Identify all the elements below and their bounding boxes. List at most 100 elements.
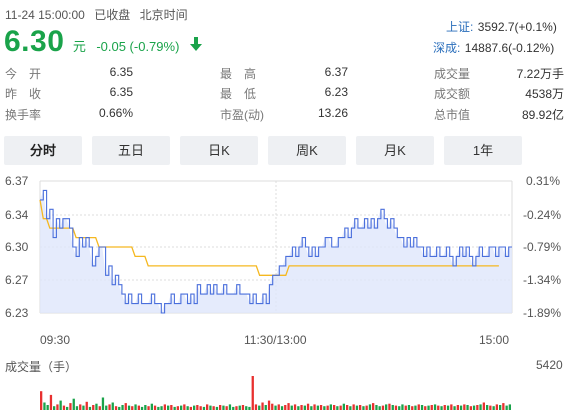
volume-bar <box>499 405 502 410</box>
volume-bar <box>140 406 144 410</box>
volume-bar <box>394 405 398 410</box>
volume-bar <box>508 404 511 410</box>
volume-bar <box>346 405 349 410</box>
volume-bar <box>339 405 342 410</box>
volume-bar <box>492 406 495 410</box>
volume-bar <box>424 406 427 410</box>
volume-bar <box>196 405 199 410</box>
volume-bar <box>411 406 414 410</box>
volume-bar <box>495 404 498 410</box>
volume-bar <box>261 402 264 410</box>
volume-bar <box>228 404 232 410</box>
volume-bar <box>284 405 287 410</box>
volume-bar <box>114 406 118 410</box>
volume-bar <box>173 406 176 410</box>
volume-bar <box>163 404 166 410</box>
volume-bar <box>92 405 95 410</box>
volume-bar <box>176 406 179 410</box>
volume-bar <box>193 405 196 410</box>
volume-bar <box>56 404 59 410</box>
volume-bar <box>342 403 345 410</box>
volume-bar <box>368 404 372 410</box>
volume-bar <box>248 406 251 410</box>
volume-bar <box>180 405 183 410</box>
volume-bar <box>450 404 453 410</box>
volume-bar <box>505 405 508 410</box>
volume-bar <box>433 404 437 410</box>
volume-bar <box>469 406 472 410</box>
volume-bar <box>232 406 235 410</box>
volume-bar <box>306 403 310 410</box>
volume-bar <box>199 406 202 410</box>
volume-bar <box>101 397 105 410</box>
volume-bar <box>219 405 222 410</box>
volume-bar <box>43 402 46 410</box>
volume-bar <box>381 405 385 410</box>
volume-bar <box>459 405 463 410</box>
volume-bar <box>62 405 66 410</box>
volume-bar <box>157 406 160 410</box>
volume-bar <box>59 400 62 410</box>
volume-bar <box>254 404 258 410</box>
volume-bar <box>280 406 284 410</box>
volume-bar <box>144 405 147 410</box>
volume-bar <box>98 406 101 410</box>
volume-bar <box>186 406 189 410</box>
volume-bar <box>453 406 456 410</box>
volume-bar <box>388 403 391 410</box>
volume-bar <box>414 405 417 410</box>
volume-bar <box>235 406 238 410</box>
volume-bar <box>362 406 365 410</box>
volume-bar <box>258 405 261 410</box>
volume-bar <box>463 404 466 410</box>
volume-bar <box>391 405 394 410</box>
volume-bar <box>85 401 88 410</box>
volume-bar <box>202 406 206 410</box>
volume-bar <box>427 405 430 410</box>
volume-bar <box>225 406 228 410</box>
volume-bar <box>72 398 75 410</box>
volume-bar <box>241 405 245 410</box>
volume-bar <box>131 406 134 410</box>
volume-bar <box>206 404 209 410</box>
volume-bar <box>277 404 280 410</box>
volume-bar <box>476 405 479 410</box>
volume-bar <box>316 405 319 410</box>
volume-bar <box>365 405 368 410</box>
volume-bar <box>75 406 79 410</box>
volume-bar <box>46 405 49 410</box>
volume-bar <box>127 405 131 410</box>
volume-bar <box>313 404 316 410</box>
volume-bar <box>329 404 332 410</box>
volume-bar <box>297 406 300 410</box>
volume-bar <box>251 376 254 410</box>
intraday-chart <box>39 180 513 410</box>
volume-bar <box>105 405 108 410</box>
volume-bar <box>300 405 303 410</box>
volume-bar <box>401 404 404 410</box>
volume-bar <box>323 406 326 410</box>
volume-bar <box>170 405 173 410</box>
volume-bar <box>359 405 362 410</box>
volume-bar <box>378 406 381 410</box>
volume-bar <box>407 405 411 410</box>
volume-bar <box>40 391 43 410</box>
volume-bar <box>310 406 313 410</box>
volume-bar <box>95 403 98 410</box>
volume-bar <box>118 406 121 410</box>
volume-bar <box>489 405 492 410</box>
volume-bar <box>245 406 248 410</box>
volume-bar <box>212 406 215 410</box>
volume-bar <box>82 405 85 410</box>
volume-bar <box>486 405 489 410</box>
volume-bar <box>472 405 476 410</box>
volume-bar <box>69 403 72 410</box>
volume-bar <box>326 405 329 410</box>
volume-bar <box>160 406 163 410</box>
volume-bar <box>49 394 53 410</box>
volume-bar <box>150 403 153 410</box>
volume-bar <box>271 403 274 410</box>
volume-bar <box>274 405 277 410</box>
volume-bar <box>124 403 127 410</box>
volume-bar <box>183 404 186 410</box>
